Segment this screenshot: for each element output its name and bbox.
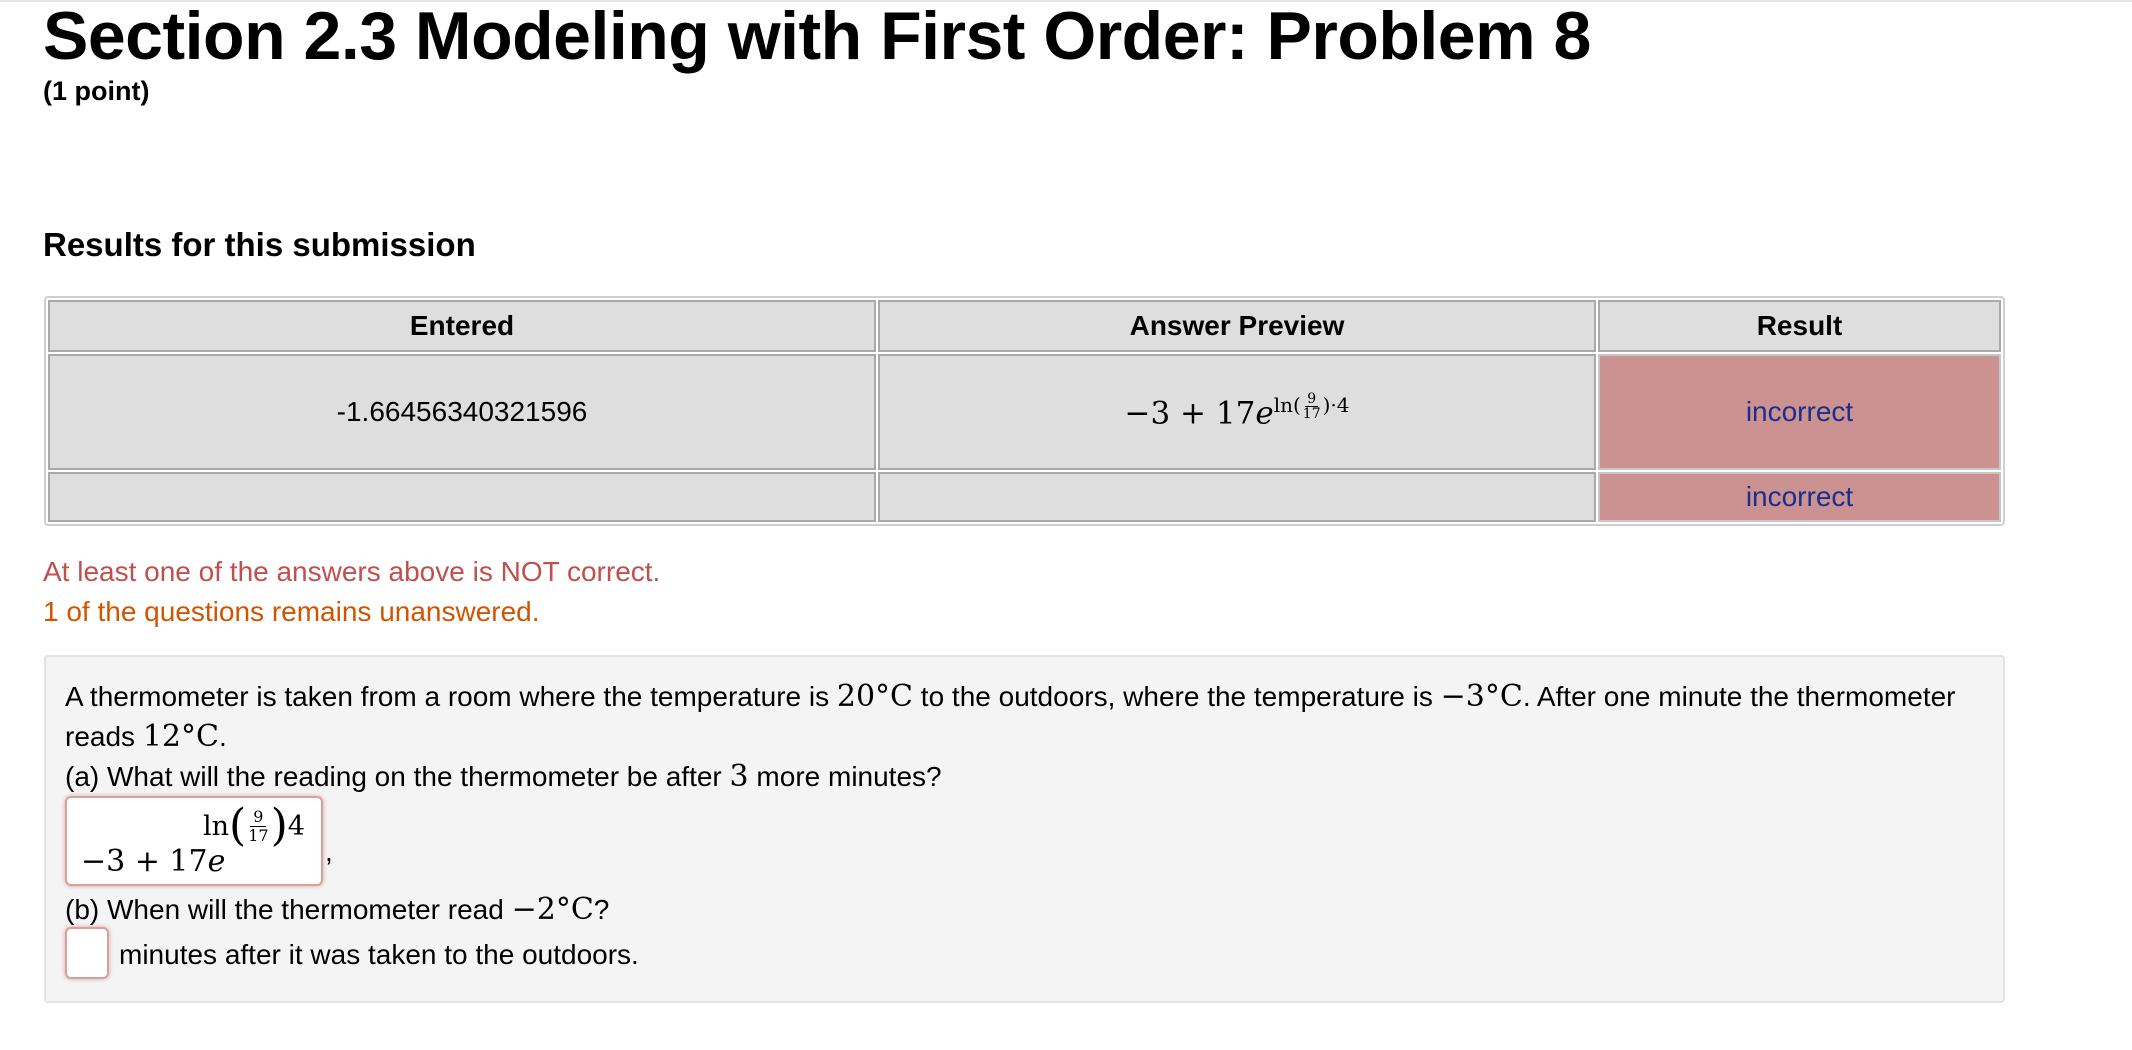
problem-statement: A thermometer is taken from a room where… (44, 655, 2005, 1003)
header-answer-preview: Answer Preview (878, 300, 1596, 352)
part-b-suffix: minutes after it was taken to the outdoo… (119, 939, 639, 970)
unanswered-message: 1 of the questions remains unanswered. (43, 596, 540, 627)
answer-a-input[interactable]: −3 + 17e ln(9 17) 4 (65, 796, 323, 886)
page-title: Section 2.3 Modeling with First Order: P… (43, 0, 1591, 74)
row1-entered: -1.66456340321596 (48, 354, 876, 470)
preview-formula: −3 + 17eln(9 17)·4 (1124, 391, 1350, 432)
answer-b-input[interactable] (65, 927, 109, 979)
row1-result-badge: incorrect (1598, 354, 2001, 470)
row2-result-badge: incorrect (1598, 472, 2001, 522)
answer-a-exponent: ln(9 17) 4 (203, 800, 305, 851)
row1-answer-preview: −3 + 17eln(9 17)·4 (878, 354, 1596, 470)
header-result: Result (1598, 300, 2001, 352)
problem-line-1: A thermometer is taken from a room where… (65, 679, 1956, 714)
answer-a-base: −3 + 17e (81, 844, 226, 879)
row2-entered (48, 472, 876, 522)
header-entered: Entered (48, 300, 876, 352)
error-message: At least one of the answers above is NOT… (43, 556, 661, 587)
results-table: Entered Answer Preview Result -1.6645634… (44, 296, 2005, 526)
point-value: (1 point) (43, 76, 150, 106)
problem-line-2: reads 12°C. (65, 719, 227, 754)
part-a-question: (a) What will the reading on the thermom… (65, 759, 942, 794)
part-b-question: (b) When will the thermometer read −2°C? (65, 892, 610, 927)
answer-a-comma: , (325, 836, 333, 867)
results-heading: Results for this submission (43, 226, 476, 263)
row2-answer-preview (878, 472, 1596, 522)
